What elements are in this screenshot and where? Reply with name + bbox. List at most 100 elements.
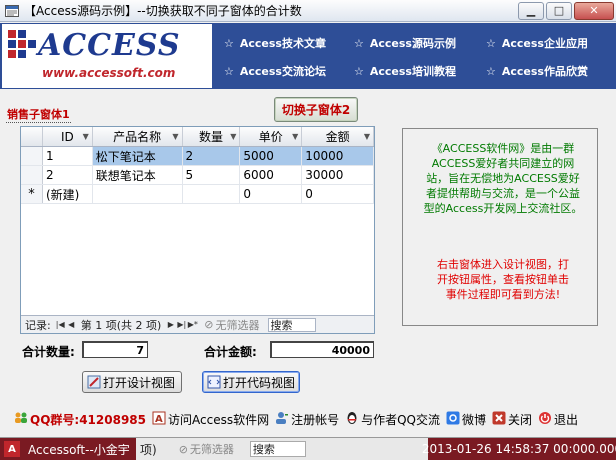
chevron-down-icon[interactable]: ▼	[172, 132, 178, 141]
visit-site-link[interactable]: A 访问Access软件网	[152, 411, 269, 428]
link-tech-articles[interactable]: ☆ Access技术文章	[224, 31, 354, 55]
table-row[interactable]: 1 松下笔记本 2 5000 10000	[21, 147, 374, 166]
usage-hint-text: 右击窗体进入设计视图，打开按钮属性，查看按钮单击事件过程即可看到方法!	[437, 258, 569, 301]
chevron-down-icon[interactable]: ▼	[292, 132, 298, 141]
cell-amount[interactable]: 30000	[302, 166, 374, 184]
logo-url: www.accessoft.com	[42, 66, 176, 80]
maximize-button[interactable]: □	[546, 1, 572, 20]
column-header-product-name[interactable]: 产品名称 ▼	[93, 127, 183, 146]
datasheet-search-input[interactable]: 搜索	[267, 317, 316, 332]
form-icon[interactable]	[4, 3, 20, 19]
close-form-link[interactable]: 关闭	[492, 411, 532, 428]
next-record-icon[interactable]: ▶	[165, 319, 176, 331]
close-button[interactable]: ✕	[574, 1, 614, 20]
switch-subform-2-button[interactable]: 切换子窗体2	[274, 97, 358, 122]
filter-icon: ⊘	[178, 442, 188, 456]
cell-amount[interactable]: 0	[302, 185, 374, 203]
cell-amount[interactable]: 10000	[302, 147, 374, 165]
cell-price[interactable]: 5000	[240, 147, 303, 165]
link-forum[interactable]: ☆ Access交流论坛	[224, 59, 354, 83]
qq-group: QQ群号:41208985	[14, 411, 146, 428]
power-icon	[538, 411, 552, 428]
row-selector[interactable]	[21, 166, 43, 184]
column-header-quantity[interactable]: 数量 ▼	[183, 127, 241, 146]
minimize-icon: ▁	[526, 4, 536, 17]
cell-quantity[interactable]: 2	[182, 147, 241, 165]
table-row[interactable]: 2 联想笔记本 5 6000 30000	[21, 166, 374, 185]
star-icon: ☆	[486, 64, 496, 78]
register-link[interactable]: 注册帐号	[275, 411, 339, 428]
cell-id[interactable]: 2	[43, 166, 93, 184]
column-header-id[interactable]: ID ▼	[43, 127, 93, 146]
tab-sales-subform-1[interactable]: 销售子窗体1	[6, 106, 71, 123]
prev-record-icon[interactable]: ◀	[66, 319, 77, 331]
total-amount-label: 合计金额:	[204, 345, 257, 359]
link-enterprise-apps[interactable]: ☆ Access企业应用	[486, 31, 614, 55]
cell-quantity[interactable]: 5	[183, 166, 241, 184]
select-all-cell[interactable]	[21, 127, 43, 146]
link-source-examples[interactable]: ☆ Access源码示例	[354, 31, 486, 55]
column-header-amount[interactable]: 金额 ▼	[302, 127, 375, 146]
weibo-icon	[446, 411, 460, 428]
cell-id[interactable]: (新建)	[43, 185, 93, 203]
close-x-icon	[492, 411, 506, 428]
weibo-link[interactable]: 微博	[446, 411, 486, 428]
link-training[interactable]: ☆ Access培训教程	[354, 59, 486, 83]
record-position[interactable]: 第 1 项(共 2 项)	[81, 317, 162, 333]
close-icon: ✕	[589, 4, 599, 17]
people-icon	[14, 412, 28, 427]
datasheet-header: ID ▼ 产品名称 ▼ 数量 ▼ 单价 ▼ 金额 ▼	[21, 127, 375, 147]
status-bar: A Accessoft--小金宇 项) ⊘ 无筛选器 搜索 2013-01-26 …	[0, 437, 616, 460]
exit-link[interactable]: 退出	[538, 411, 578, 428]
cell-id[interactable]: 1	[42, 147, 93, 165]
cell-price[interactable]: 0	[240, 185, 303, 203]
total-amount-field[interactable]: 40000	[270, 341, 374, 358]
cell-price[interactable]: 6000	[240, 166, 303, 184]
status-search-input[interactable]: 搜索	[249, 441, 306, 457]
column-header-price[interactable]: 单价 ▼	[240, 127, 303, 146]
record-nav-label: 记录:	[25, 318, 51, 332]
chevron-down-icon[interactable]: ▼	[364, 132, 370, 141]
link-showcase[interactable]: ☆ Access作品欣赏	[486, 59, 614, 83]
maximize-icon: □	[553, 4, 565, 17]
chevron-down-icon[interactable]: ▼	[230, 132, 236, 141]
minimize-button[interactable]: ▁	[518, 1, 544, 20]
star-icon: ☆	[486, 36, 496, 50]
star-icon: ☆	[354, 64, 364, 78]
cell-product-name[interactable]: 松下笔记本	[92, 147, 183, 165]
contact-author-link[interactable]: 与作者QQ交流	[345, 411, 440, 428]
access-app-icon: A	[4, 441, 20, 457]
cell-quantity[interactable]	[183, 185, 241, 203]
open-code-view-button[interactable]: 打开代码视图	[202, 371, 300, 393]
code-view-icon	[207, 375, 221, 389]
cell-product-name[interactable]: 联想笔记本	[93, 166, 183, 184]
filter-icon: ⊘	[204, 318, 214, 331]
status-datetime: 2013-01-26 14:58:37 00:000.000	[422, 437, 616, 460]
chevron-down-icon[interactable]: ▼	[83, 132, 89, 141]
accessoft-logo: ACCESS www.accessoft.com	[2, 24, 212, 88]
new-record-marker[interactable]: *	[21, 185, 43, 203]
star-icon: ☆	[354, 36, 364, 50]
filter-indicator[interactable]: ⊘ 无筛选器	[204, 317, 259, 333]
status-filter-indicator[interactable]: ⊘ 无筛选器	[179, 441, 234, 457]
logo-squares-icon	[8, 30, 38, 66]
last-record-icon[interactable]: ▶|	[176, 319, 187, 331]
row-selector[interactable]	[21, 147, 43, 165]
total-qty-field[interactable]: 7	[82, 341, 148, 358]
new-record-row[interactable]: * (新建) 0 0	[21, 185, 374, 204]
banner-links: ☆ Access技术文章 ☆ Access源码示例 ☆ Access企业应用 ☆ Acc…	[212, 23, 616, 89]
info-panel: 《ACCESS软件网》是由一群ACCESS爱好者共同建立的网站，旨在无偿地为AC…	[402, 128, 598, 326]
site-banner: ACCESS www.accessoft.com ☆ Access技术文章 ☆ Ac…	[0, 23, 616, 89]
open-design-view-button[interactable]: 打开设计视图	[82, 371, 182, 393]
record-navigation-bar: 记录: |◀ ◀ 第 1 项(共 2 项) ▶ ▶| ▶* ⊘ 无筛选器 搜索	[21, 315, 374, 333]
sales-datasheet: ID ▼ 产品名称 ▼ 数量 ▼ 单价 ▼ 金额 ▼ 1 松下笔记本 2 5000 100…	[20, 126, 375, 334]
cell-product-name[interactable]	[93, 185, 183, 203]
status-items-text: 项)	[140, 442, 157, 457]
first-record-icon[interactable]: |◀	[55, 319, 66, 331]
new-record-icon[interactable]: ▶*	[187, 319, 198, 331]
status-navigation: 项) ⊘ 无筛选器 搜索	[136, 441, 428, 458]
star-icon: ☆	[224, 64, 234, 78]
logo-text: ACCESS	[38, 28, 181, 63]
access-icon: A	[152, 411, 166, 428]
design-view-icon	[87, 375, 101, 389]
